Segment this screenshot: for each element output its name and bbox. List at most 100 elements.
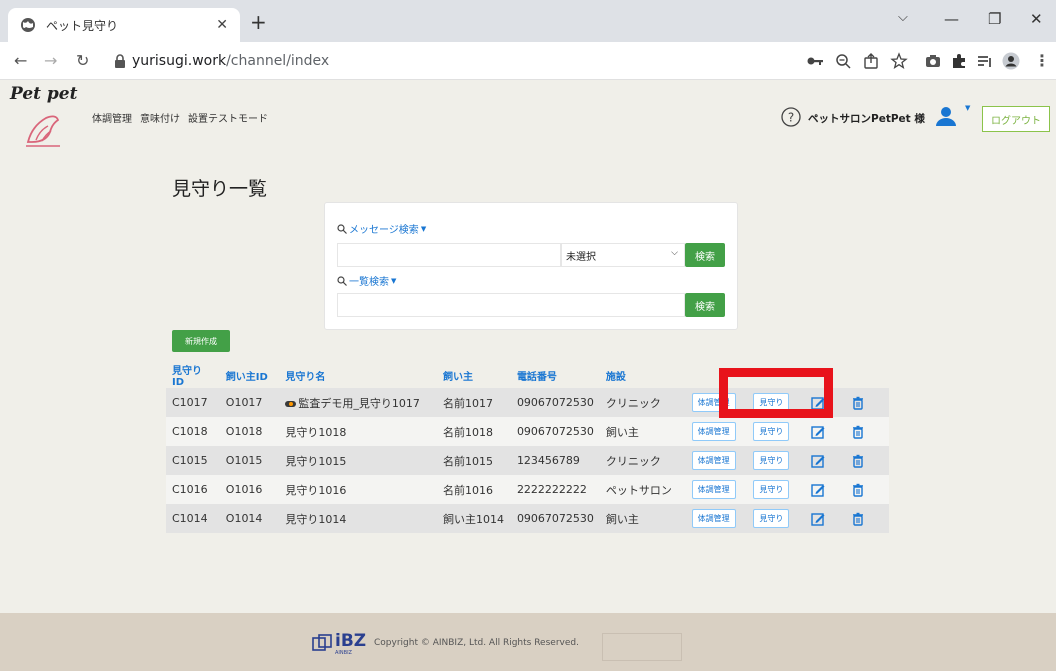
cell-owner: 名前1018 bbox=[436, 417, 511, 446]
cell-delete-action bbox=[844, 388, 889, 417]
table-row[interactable]: C1015 O1015 見守り1015 名前1015 123456789 クリニック 体調管… bbox=[166, 446, 889, 475]
list-search-button[interactable]: 検索 bbox=[685, 293, 725, 317]
close-window-icon[interactable]: ✕ bbox=[1030, 10, 1043, 28]
cell-facility: クリニック bbox=[599, 388, 686, 417]
cell-watch-id: C1015 bbox=[166, 446, 220, 475]
ainbiz-logo-icon bbox=[312, 633, 332, 651]
cell-delete-action bbox=[844, 446, 889, 475]
trash-icon[interactable] bbox=[851, 425, 865, 439]
message-category-select[interactable]: 未選択 ⌵ bbox=[561, 243, 685, 267]
camera-icon[interactable] bbox=[924, 52, 942, 70]
restore-icon[interactable]: ❐ bbox=[988, 10, 1001, 28]
lock-icon bbox=[115, 54, 125, 68]
cell-health-action: 体調管理 bbox=[685, 446, 748, 475]
cell-facility: クリニック bbox=[599, 446, 686, 475]
cell-delete-action bbox=[844, 504, 889, 533]
cell-edit-action bbox=[805, 446, 845, 475]
tab-close-icon[interactable]: ✕ bbox=[216, 17, 228, 33]
col-owner-id[interactable]: 飼い主ID bbox=[220, 362, 280, 388]
edit-icon[interactable] bbox=[811, 454, 825, 468]
cell-health-action: 体調管理 bbox=[685, 504, 748, 533]
col-spacer bbox=[845, 362, 889, 388]
footer-brand: iBZ bbox=[335, 631, 367, 651]
nav-setup-test[interactable]: 設置テストモード bbox=[188, 110, 268, 125]
nav-meaning[interactable]: 意味付け bbox=[140, 110, 180, 125]
cell-watch-id: C1018 bbox=[166, 417, 220, 446]
col-owner[interactable]: 飼い主 bbox=[437, 362, 511, 388]
message-search-input[interactable] bbox=[337, 243, 561, 267]
col-facility[interactable]: 施設 bbox=[600, 362, 686, 388]
watch-button[interactable]: 見守り bbox=[753, 451, 790, 470]
menu-kebab-icon[interactable]: ⋮ bbox=[1034, 51, 1050, 70]
url-text: yurisugi.work/channel/index bbox=[132, 53, 329, 69]
url-host: yurisugi.work bbox=[132, 53, 227, 69]
zoom-icon[interactable] bbox=[834, 52, 852, 70]
cell-owner-id: O1014 bbox=[219, 504, 280, 533]
forward-icon[interactable]: → bbox=[44, 51, 57, 70]
trash-icon[interactable] bbox=[851, 454, 865, 468]
cell-owner: 名前1016 bbox=[436, 475, 511, 504]
edit-icon[interactable] bbox=[811, 512, 825, 526]
minimize-icon[interactable]: — bbox=[944, 10, 959, 28]
cell-watch-id: C1016 bbox=[166, 475, 220, 504]
cell-phone: 09067072530 bbox=[510, 417, 600, 446]
table-row[interactable]: C1018 O1018 見守り1018 名前1018 09067072530 飼い主 体調管… bbox=[166, 417, 889, 446]
trash-icon[interactable] bbox=[851, 512, 865, 526]
health-management-button[interactable]: 体調管理 bbox=[691, 480, 736, 499]
user-caret-icon[interactable]: ▼ bbox=[965, 104, 970, 112]
nav-health[interactable]: 体調管理 bbox=[92, 110, 132, 125]
bookmark-star-icon[interactable] bbox=[890, 52, 908, 70]
edit-icon[interactable] bbox=[811, 483, 825, 497]
reload-icon[interactable]: ↻ bbox=[76, 51, 89, 70]
cell-delete-action bbox=[844, 417, 889, 446]
table-row[interactable]: C1014 O1014 見守り1014 飼い主1014 09067072530 飼い主 体調… bbox=[166, 504, 889, 533]
watch-button[interactable]: 見守り bbox=[753, 509, 790, 528]
cell-watch-action: 見守り bbox=[747, 446, 806, 475]
edit-icon[interactable] bbox=[811, 425, 825, 439]
back-icon[interactable]: ← bbox=[14, 51, 27, 70]
cell-watch-name: 見守り1015 bbox=[279, 446, 437, 475]
watch-name-text: 見守り1018 bbox=[285, 425, 347, 439]
table-row[interactable]: C1016 O1016 見守り1016 名前1016 2222222222 ペットサロン体… bbox=[166, 475, 889, 504]
health-management-button[interactable]: 体調管理 bbox=[691, 451, 736, 470]
message-search-button[interactable]: 検索 bbox=[685, 243, 725, 267]
col-phone[interactable]: 電話番号 bbox=[511, 362, 600, 388]
watch-name-text: 監査デモ用_見守り1017 bbox=[298, 396, 420, 410]
col-watch-id[interactable]: 見守りID bbox=[166, 362, 220, 388]
highlight-box bbox=[719, 368, 833, 418]
globe-icon bbox=[21, 18, 35, 32]
copyright-text: Copyright © AINBIZ, Ltd. All Rights Rese… bbox=[374, 638, 579, 648]
browser-toolbar: ← → ↻ yurisugi.work/channel/index ⋮ bbox=[0, 42, 1056, 80]
svg-text:?: ? bbox=[788, 111, 794, 125]
cell-edit-action bbox=[805, 504, 845, 533]
cell-owner: 名前1017 bbox=[436, 388, 511, 417]
key-icon[interactable] bbox=[806, 52, 824, 70]
list-search-label: 一覧検索 bbox=[349, 277, 389, 288]
reading-list-icon[interactable] bbox=[976, 52, 994, 70]
new-create-button[interactable]: 新規作成 bbox=[172, 330, 230, 352]
extensions-puzzle-icon[interactable] bbox=[950, 52, 968, 70]
watch-button[interactable]: 見守り bbox=[753, 480, 790, 499]
chevron-down-icon[interactable]: ⌵ bbox=[898, 10, 908, 25]
logout-button[interactable]: ログアウト bbox=[982, 106, 1050, 132]
url-path: /channel/index bbox=[226, 53, 330, 69]
profile-icon[interactable] bbox=[1002, 52, 1020, 70]
help-icon[interactable]: ? bbox=[781, 107, 801, 127]
share-icon[interactable] bbox=[862, 52, 880, 70]
col-watch-name[interactable]: 見守り名 bbox=[279, 362, 437, 388]
user-icon[interactable] bbox=[935, 106, 957, 126]
list-search-input[interactable] bbox=[337, 293, 685, 317]
trash-icon[interactable] bbox=[851, 483, 865, 497]
list-search-toggle[interactable]: 一覧検索 ▼ bbox=[337, 273, 396, 288]
cell-watch-name: 見守り1018 bbox=[279, 417, 437, 446]
watch-button[interactable]: 見守り bbox=[753, 422, 790, 441]
message-search-toggle[interactable]: メッセージ検索 ▼ bbox=[337, 221, 426, 236]
browser-tab-bar: ペット見守り ✕ + ⌵ — ❐ ✕ bbox=[0, 0, 1056, 42]
health-management-button[interactable]: 体調管理 bbox=[691, 422, 736, 441]
new-tab-icon[interactable]: + bbox=[250, 12, 267, 32]
health-management-button[interactable]: 体調管理 bbox=[691, 509, 736, 528]
cell-owner-id: O1018 bbox=[219, 417, 280, 446]
trash-icon[interactable] bbox=[851, 396, 865, 410]
browser-tab[interactable]: ペット見守り ✕ bbox=[8, 8, 240, 42]
cell-health-action: 体調管理 bbox=[685, 475, 748, 504]
